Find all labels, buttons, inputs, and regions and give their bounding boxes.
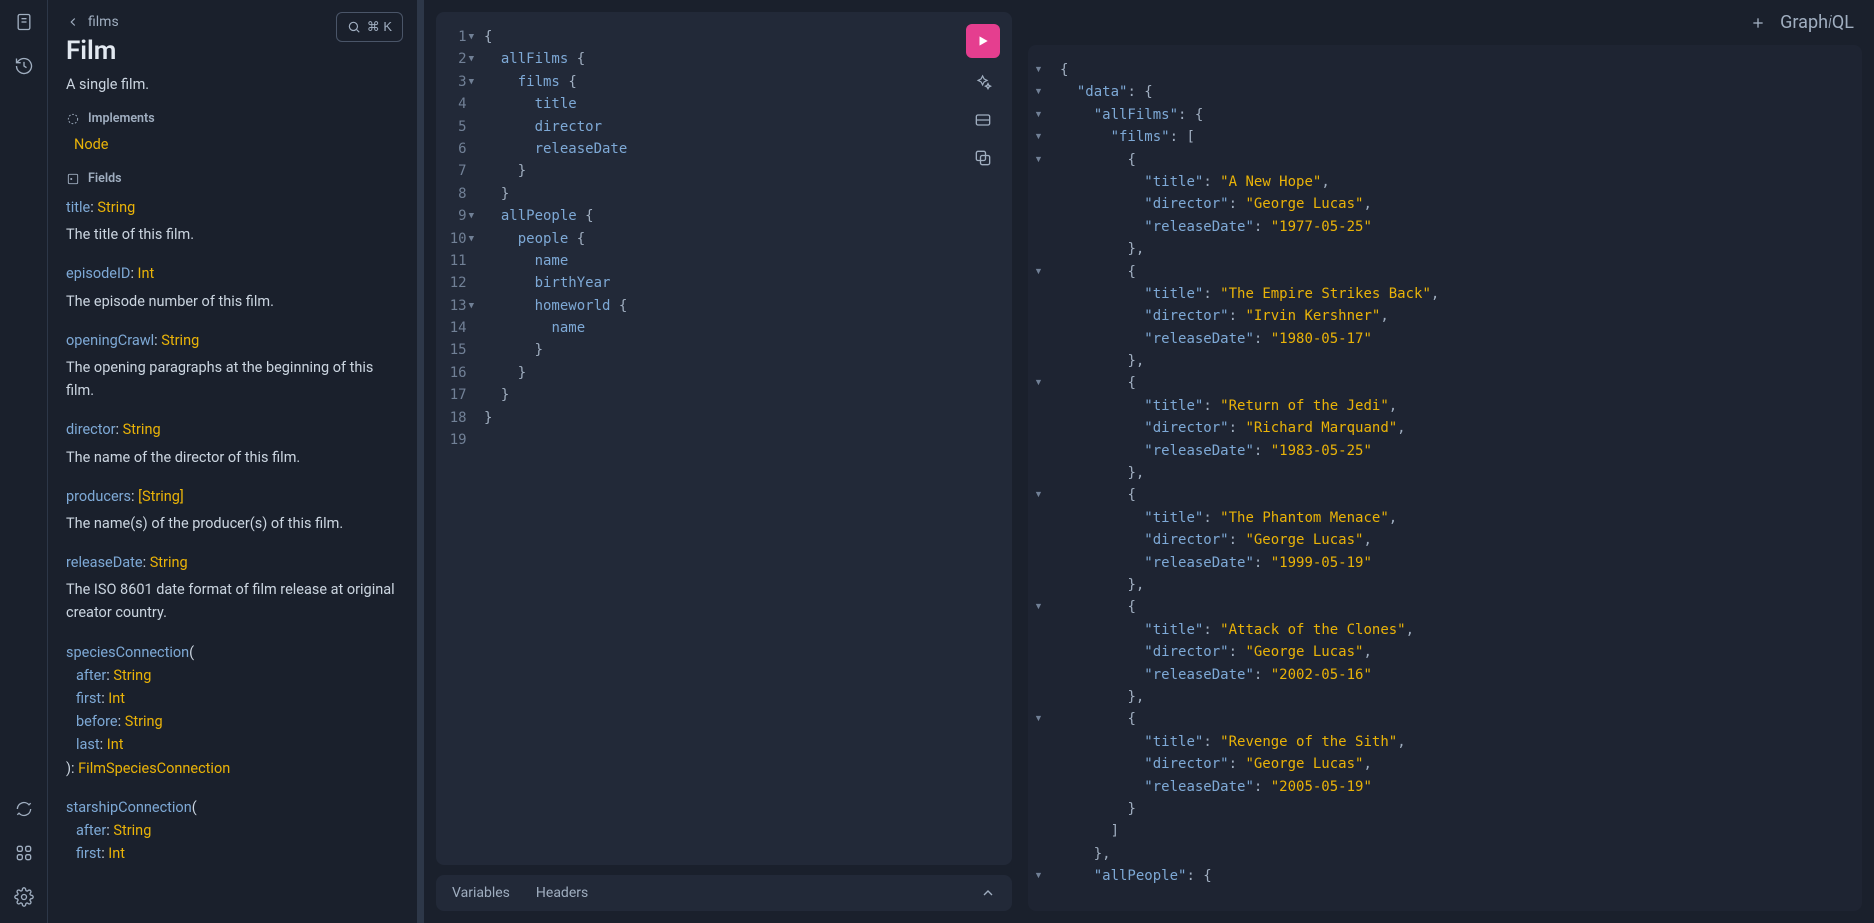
field-entry: title: StringThe title of this film. bbox=[66, 196, 399, 246]
execute-button[interactable] bbox=[966, 24, 1000, 58]
type-description: A single film. bbox=[66, 76, 399, 93]
implements-header: Implements bbox=[66, 111, 399, 126]
field-entry: producers: [String]The name(s) of the pr… bbox=[66, 485, 399, 535]
field-entry: releaseDate: StringThe ISO 8601 date for… bbox=[66, 551, 399, 625]
copy-icon[interactable] bbox=[973, 148, 993, 172]
chevron-up-icon[interactable] bbox=[980, 885, 996, 901]
search-button[interactable]: ⌘ K bbox=[336, 12, 403, 42]
implements-link[interactable]: Node bbox=[74, 136, 399, 153]
query-editor[interactable]: 1▼2▼3▼4 5 6 7 8 9▼10▼11 12 13▼14 15 16 1… bbox=[436, 12, 1012, 865]
tab-variables[interactable]: Variables bbox=[452, 885, 510, 901]
search-icon bbox=[347, 20, 361, 34]
chevron-left-icon bbox=[66, 15, 80, 29]
icon-sidebar bbox=[0, 0, 48, 923]
field-entry: starshipConnection(after: Stringfirst: I… bbox=[66, 796, 399, 866]
implements-icon bbox=[66, 112, 80, 126]
history-icon[interactable] bbox=[14, 56, 34, 80]
docs-panel: ⌘ K films Film A single film. Implements… bbox=[48, 0, 418, 923]
tab-headers[interactable]: Headers bbox=[536, 885, 588, 901]
response-viewer[interactable]: ▼▼▼▼▼▼▼▼▼▼▼ { "data": { "allFilms": { "f… bbox=[1028, 45, 1862, 911]
docs-icon[interactable] bbox=[14, 12, 34, 36]
graphiql-logo: GraphiQL bbox=[1780, 12, 1854, 33]
refresh-icon[interactable] bbox=[14, 799, 34, 823]
shortcuts-icon[interactable] bbox=[14, 843, 34, 867]
fields-icon bbox=[66, 172, 80, 186]
editor-tabs: Variables Headers bbox=[436, 875, 1012, 911]
field-entry: speciesConnection(after: Stringfirst: In… bbox=[66, 641, 399, 780]
prettify-icon[interactable] bbox=[973, 72, 993, 96]
field-entry: director: StringThe name of the director… bbox=[66, 418, 399, 468]
settings-icon[interactable] bbox=[14, 887, 34, 911]
field-entry: episodeID: IntThe episode number of this… bbox=[66, 262, 399, 312]
field-entry: openingCrawl: StringThe opening paragrap… bbox=[66, 329, 399, 403]
breadcrumb-parent: films bbox=[88, 14, 119, 30]
merge-icon[interactable] bbox=[973, 110, 993, 134]
fields-header: Fields bbox=[66, 171, 399, 186]
add-tab-icon[interactable] bbox=[1750, 15, 1766, 31]
search-shortcut: ⌘ K bbox=[367, 19, 392, 35]
